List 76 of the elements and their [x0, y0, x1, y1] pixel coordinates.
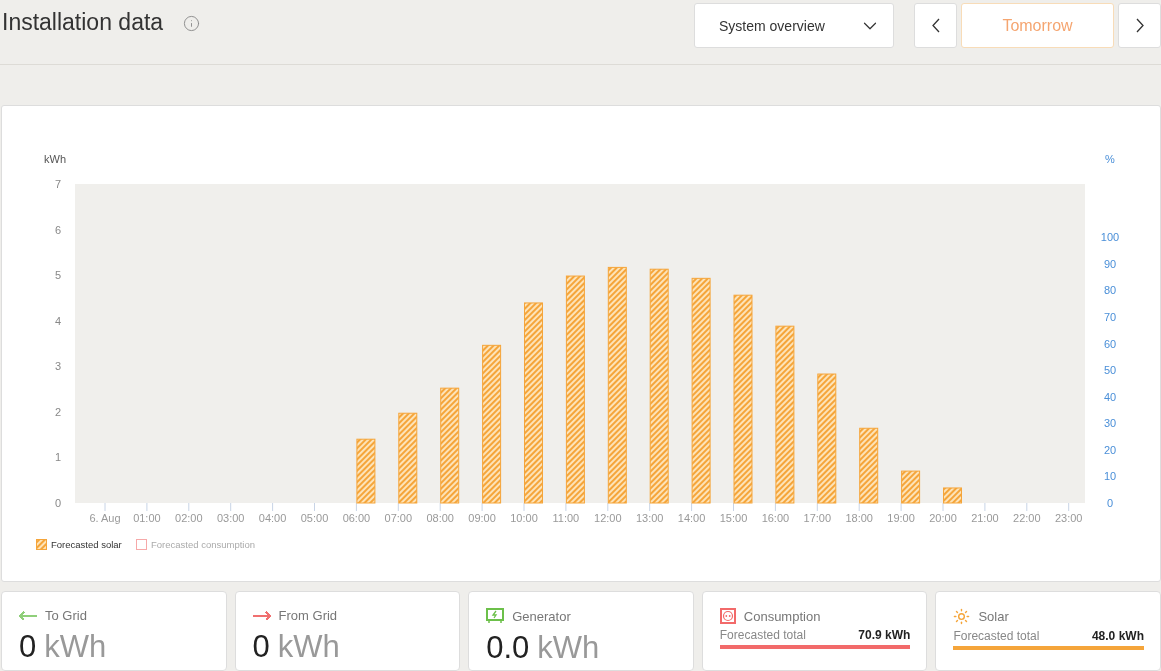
axis-label: 5: [54, 269, 62, 282]
bar: [943, 487, 962, 504]
axis-label: 4: [54, 314, 62, 327]
axis-label: 100: [1100, 231, 1120, 244]
axis-title: kWh: [44, 153, 66, 165]
axis-label: 30: [1103, 417, 1117, 430]
axis-label: 02:00: [175, 512, 203, 524]
sun-icon: [953, 608, 971, 625]
axis-label: 40: [1103, 390, 1117, 403]
legend-label: Forecasted consumption: [151, 539, 256, 550]
axis-label: 10:00: [510, 512, 538, 524]
bar: [356, 438, 376, 504]
axis-label: 90: [1103, 257, 1117, 270]
axis-label: 08:00: [426, 512, 454, 524]
axis-label: 10: [1103, 470, 1117, 483]
page-title: Installation data: [2, 9, 164, 36]
axis-label: 3: [54, 360, 62, 373]
chevron-left-icon: [931, 18, 940, 33]
forecast-label: Forecasted total: [953, 629, 1040, 643]
axis-label: 11:00: [552, 512, 580, 524]
card-label: To Grid: [45, 608, 87, 623]
axis-label: 0: [54, 497, 62, 509]
socket-icon: [719, 608, 736, 624]
axis-label: 6: [54, 223, 62, 236]
axis-label: 21:00: [971, 512, 999, 524]
axis-label: 14:00: [677, 512, 706, 524]
axis-label: 13:00: [635, 512, 664, 524]
axis-label: 80: [1103, 284, 1117, 297]
axis-label: 16:00: [761, 512, 790, 524]
axis-label: 2: [54, 405, 62, 418]
axis-label: 18:00: [845, 512, 873, 524]
axis-label: 50: [1103, 364, 1117, 377]
stat-value: 0 kWh: [252, 629, 341, 665]
axis-label: 07:00: [384, 512, 413, 524]
arrow-right-icon: [252, 610, 271, 621]
axis-label: 22:00: [1013, 512, 1041, 524]
axis-label: 05:00: [300, 512, 329, 524]
arrow-left-icon: [19, 610, 37, 621]
axis-label: 04:00: [258, 512, 287, 524]
axis-label: 01:00: [133, 512, 161, 524]
axis-label: 23:00: [1054, 512, 1083, 524]
card-label: Solar: [978, 609, 1009, 624]
info-icon[interactable]: [183, 15, 201, 32]
generator-icon: [486, 608, 505, 624]
axis-label: 20: [1103, 443, 1117, 456]
axis-label: 20:00: [929, 512, 957, 524]
forecast-value: 70.9 kWh: [858, 628, 911, 642]
axis-label: 7: [54, 178, 62, 190]
forecast-value: 48.0 kWh: [1091, 629, 1144, 643]
next-button[interactable]: [1118, 3, 1161, 48]
chevron-right-icon: [1135, 18, 1144, 33]
axis-label: 1: [54, 451, 62, 464]
axis-label: 17:00: [803, 512, 832, 524]
card-label: Generator: [512, 608, 571, 624]
view-select[interactable]: System overview: [694, 3, 894, 48]
axis-label: 19:00: [887, 512, 915, 524]
forecast-label: Forecasted total: [719, 628, 806, 642]
axis-title: %: [1105, 153, 1115, 165]
stat-value: 0 kWh: [19, 629, 108, 665]
previous-button[interactable]: [914, 3, 957, 48]
bar: [901, 470, 921, 504]
axis-label: 06:00: [342, 512, 371, 524]
legend-label: Forecasted solar: [51, 539, 122, 550]
axis-label: 03:00: [216, 512, 245, 524]
axis-label: 12:00: [594, 512, 622, 524]
card-label: From Grid: [278, 608, 338, 623]
legend-swatch: [136, 539, 147, 550]
axis-label: 6. Aug: [89, 512, 121, 524]
axis-label: 70: [1103, 310, 1117, 323]
card-label: Consumption: [743, 608, 821, 624]
axis-label: 60: [1103, 337, 1117, 350]
stat-value: 0.0 kWh: [486, 630, 601, 666]
axis-label: 09:00: [468, 512, 496, 524]
axis-label: 0: [1106, 497, 1114, 509]
legend-swatch: [36, 539, 47, 550]
axis-label: 15:00: [719, 512, 748, 524]
